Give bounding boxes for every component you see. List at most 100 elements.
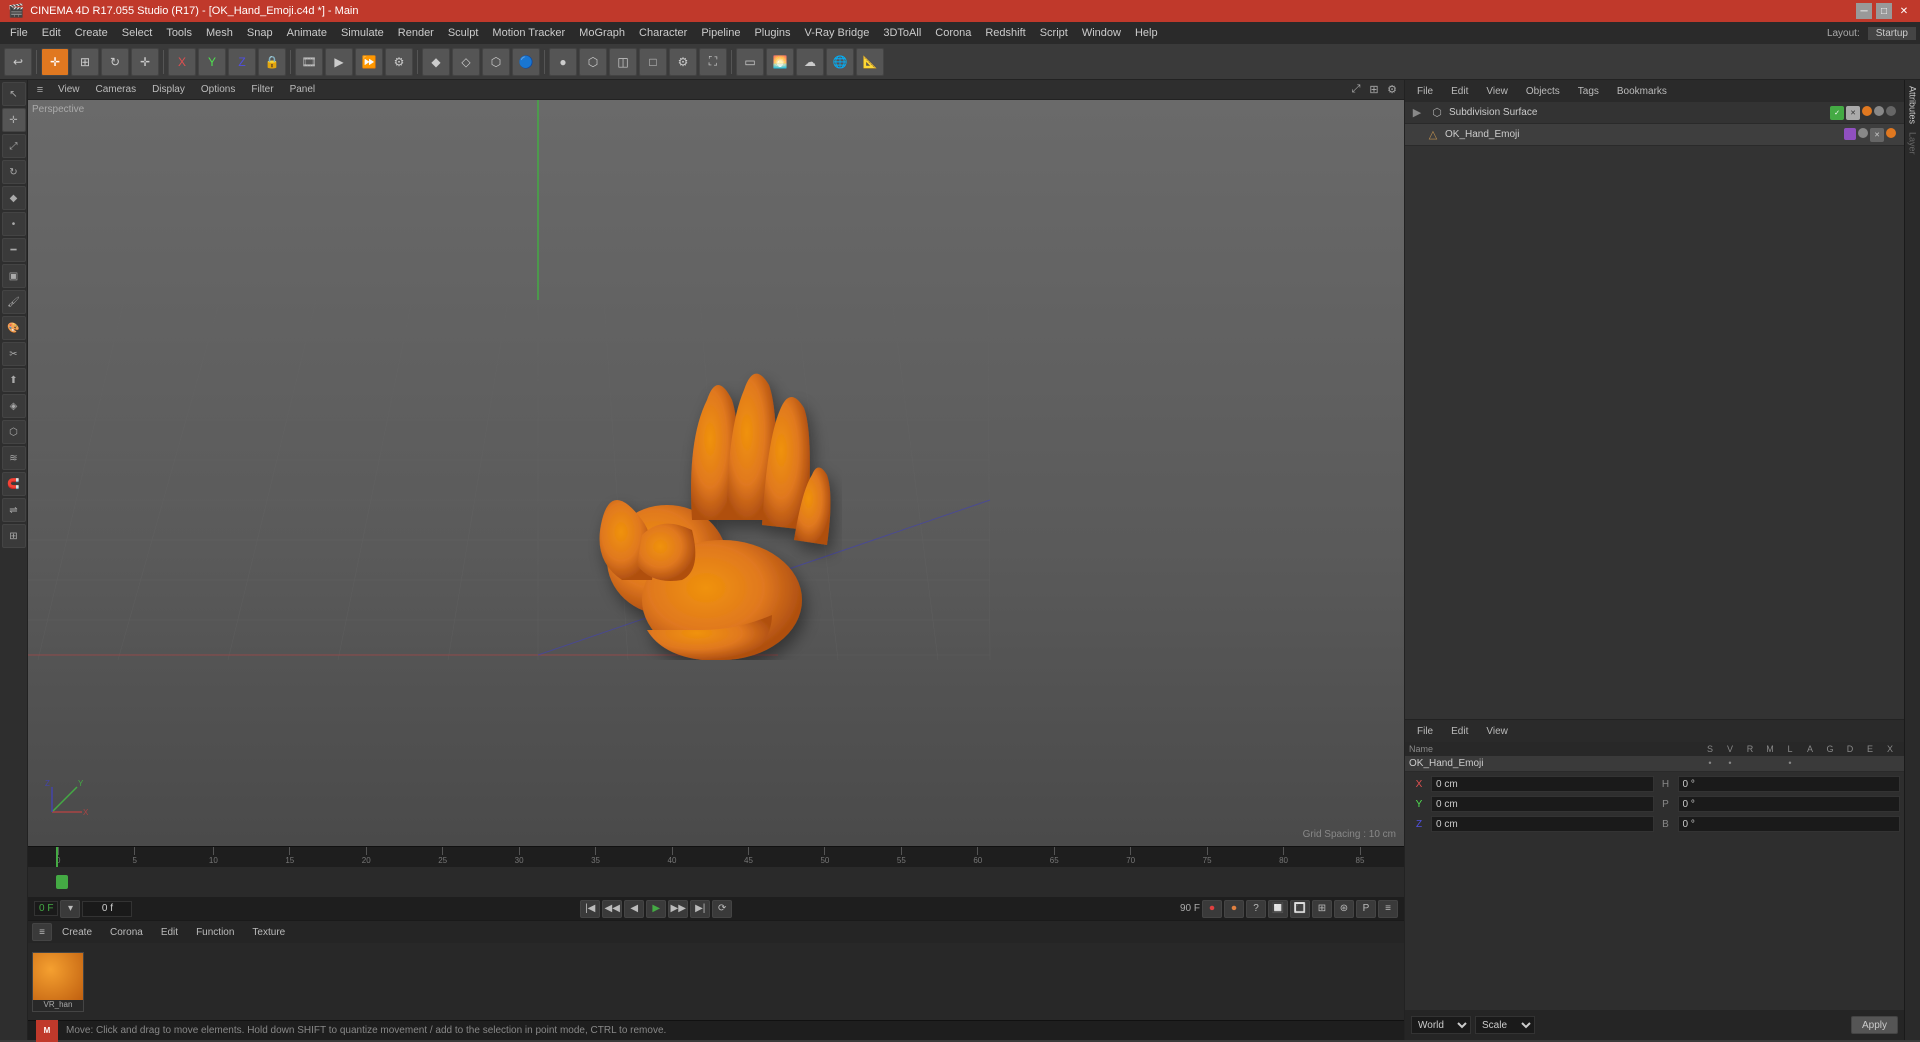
timeline-track[interactable]: [28, 867, 1404, 897]
vp-menu-cameras[interactable]: Cameras: [90, 83, 143, 96]
menu-script[interactable]: Script: [1034, 25, 1074, 41]
view-perspective-button[interactable]: ◆: [422, 48, 450, 76]
menu-corona[interactable]: Corona: [929, 25, 977, 41]
obj-header-objects[interactable]: Objects: [1520, 85, 1566, 98]
bevel-tool[interactable]: ◈: [2, 394, 26, 418]
mat-edit[interactable]: Edit: [153, 926, 186, 939]
render-settings-button[interactable]: ⚙: [385, 48, 413, 76]
menu-create[interactable]: Create: [69, 25, 114, 41]
h-rotation[interactable]: [1678, 776, 1901, 792]
timeline-settings-button[interactable]: ≡: [1378, 900, 1398, 918]
obj-row-subdivision[interactable]: ▶ ⬡ Subdivision Surface ✓ ✕: [1405, 102, 1904, 124]
mirror-tool[interactable]: ⇌: [2, 498, 26, 522]
menu-redshift[interactable]: Redshift: [979, 25, 1031, 41]
menu-simulate[interactable]: Simulate: [335, 25, 390, 41]
vp-toggle-button[interactable]: ≡: [32, 82, 48, 98]
rotate-tool-button[interactable]: ↻: [101, 48, 129, 76]
y-position[interactable]: [1431, 796, 1654, 812]
menu-motion-tracker[interactable]: Motion Tracker: [486, 25, 571, 41]
obj-header-bookmarks[interactable]: Bookmarks: [1611, 85, 1673, 98]
vp-menu-filter[interactable]: Filter: [245, 83, 279, 96]
preview-record-button[interactable]: ⊛: [1334, 900, 1354, 918]
display-gouraud-button[interactable]: ●: [549, 48, 577, 76]
loop-button[interactable]: ⟳: [712, 900, 732, 918]
tag-x[interactable]: ✕: [1846, 106, 1860, 120]
preview-play-button[interactable]: 🔳: [1290, 900, 1310, 918]
vp-settings-icon[interactable]: ⚙: [1384, 82, 1400, 98]
sky-button[interactable]: ☁: [796, 48, 824, 76]
record-help-button[interactable]: ?: [1246, 900, 1266, 918]
z-position[interactable]: [1431, 816, 1654, 832]
obj-header-file[interactable]: File: [1411, 85, 1439, 98]
menu-help[interactable]: Help: [1129, 25, 1164, 41]
paint-tool[interactable]: 🎨: [2, 316, 26, 340]
layout-selector[interactable]: Startup: [1868, 27, 1916, 40]
maximize-button[interactable]: □: [1876, 3, 1892, 19]
attributes-tab[interactable]: Attributes: [1908, 82, 1918, 128]
mat-create[interactable]: Create: [54, 926, 100, 939]
record-auto-button[interactable]: ⏺: [1224, 900, 1244, 918]
play-backward-button[interactable]: ◀: [624, 900, 644, 918]
display-full-button[interactable]: ⛶: [699, 48, 727, 76]
menu-mesh[interactable]: Mesh: [200, 25, 239, 41]
vp-menu-display[interactable]: Display: [146, 83, 191, 96]
y-axis-button[interactable]: Y: [198, 48, 226, 76]
preview-mode-button[interactable]: P: [1356, 900, 1376, 918]
hand-tag-color[interactable]: [1844, 128, 1856, 140]
attr-edit[interactable]: Edit: [1445, 725, 1474, 738]
lock-button[interactable]: 🔒: [258, 48, 286, 76]
point-tool[interactable]: •: [2, 212, 26, 236]
vp-menu-panel[interactable]: Panel: [284, 83, 322, 96]
step-forward-button[interactable]: ▶▶: [668, 900, 688, 918]
tag-dot-gray1[interactable]: [1874, 106, 1884, 116]
obj-header-view[interactable]: View: [1480, 85, 1514, 98]
foreground-button[interactable]: 📐: [856, 48, 884, 76]
step-back-button[interactable]: ◀◀: [602, 900, 622, 918]
scale-tool[interactable]: ⤢: [2, 134, 26, 158]
menu-mograph[interactable]: MoGraph: [573, 25, 631, 41]
menu-snap[interactable]: Snap: [241, 25, 279, 41]
view-front-button[interactable]: 🔵: [512, 48, 540, 76]
menu-file[interactable]: File: [4, 25, 34, 41]
vp-menu-view[interactable]: View: [52, 83, 86, 96]
x-position[interactable]: [1431, 776, 1654, 792]
environment-button[interactable]: 🌐: [826, 48, 854, 76]
mat-function[interactable]: Function: [188, 926, 242, 939]
extrude-tool[interactable]: ⬆: [2, 368, 26, 392]
z-axis-button[interactable]: Z: [228, 48, 256, 76]
frame-input-toggle[interactable]: ▾: [60, 900, 80, 918]
vp-maximize-icon[interactable]: ⤢: [1348, 82, 1364, 98]
frame-input[interactable]: [82, 901, 132, 917]
close-button[interactable]: ✕: [1896, 3, 1912, 19]
background-button[interactable]: 🌅: [766, 48, 794, 76]
mat-texture[interactable]: Texture: [244, 926, 293, 939]
go-end-button[interactable]: ▶|: [690, 900, 710, 918]
world-axis-button[interactable]: ✛: [131, 48, 159, 76]
b-rotation[interactable]: [1678, 816, 1901, 832]
undo-button[interactable]: ↩: [4, 48, 32, 76]
menu-sculpt[interactable]: Sculpt: [442, 25, 485, 41]
minimize-button[interactable]: ─: [1856, 3, 1872, 19]
viewport[interactable]: Perspective: [28, 100, 1404, 846]
attr-obj-row[interactable]: OK_Hand_Emoji • • •: [1405, 756, 1904, 772]
menu-select[interactable]: Select: [116, 25, 159, 41]
layer-tab[interactable]: Layer: [1908, 128, 1918, 159]
scale-mode-select[interactable]: Scale Size: [1475, 1016, 1535, 1034]
menu-3dtoall[interactable]: 3DToAll: [877, 25, 927, 41]
floor-button[interactable]: ▭: [736, 48, 764, 76]
obj-row-hand[interactable]: △ OK_Hand_Emoji ✕: [1405, 124, 1904, 146]
view-parallel-button[interactable]: ◇: [452, 48, 480, 76]
view-texture-button[interactable]: ⬡: [482, 48, 510, 76]
mat-toggle[interactable]: ≡: [32, 923, 52, 941]
attr-file[interactable]: File: [1411, 725, 1439, 738]
brush-tool[interactable]: 🖌: [2, 290, 26, 314]
move-tool[interactable]: ✛: [2, 108, 26, 132]
menu-character[interactable]: Character: [633, 25, 693, 41]
menu-plugins[interactable]: Plugins: [748, 25, 796, 41]
material-swatch[interactable]: VR_han: [32, 952, 84, 1012]
menu-pipeline[interactable]: Pipeline: [695, 25, 746, 41]
render-preview-button[interactable]: 🎞: [295, 48, 323, 76]
display-quick-button[interactable]: ⚙: [669, 48, 697, 76]
attr-view[interactable]: View: [1480, 725, 1514, 738]
record-button[interactable]: ⏺: [1202, 900, 1222, 918]
